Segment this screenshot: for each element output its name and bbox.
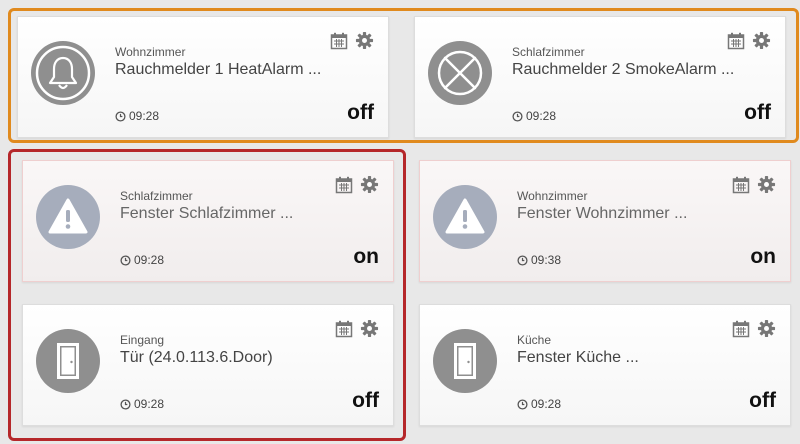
last-update-time: 09:28 [134, 253, 165, 267]
calendar-icon[interactable] [732, 176, 750, 194]
last-update-time: 09:38 [531, 253, 562, 267]
last-update: 09:38 [517, 253, 561, 267]
last-update-time: 09:28 [531, 397, 562, 411]
device-card-fenster-schlafzimmer[interactable]: Schlafzimmer Fenster Schlafzimmer ... 09… [22, 160, 394, 282]
gear-icon[interactable] [360, 175, 379, 194]
last-update: 09:28 [517, 397, 561, 411]
device-state[interactable]: off [749, 389, 776, 413]
clock-icon [115, 110, 126, 122]
clock-icon [517, 398, 528, 410]
device-card-tuer-eingang[interactable]: Eingang Tür (24.0.113.6.Door) 09:28 off [22, 304, 394, 426]
device-title[interactable]: Rauchmelder 2 SmokeAlarm ... [512, 61, 734, 79]
device-room: Schlafzimmer [512, 45, 585, 59]
last-update: 09:28 [120, 397, 164, 411]
gear-icon[interactable] [757, 319, 776, 338]
device-card-rauchmelder-1[interactable]: Wohnzimmer Rauchmelder 1 HeatAlarm ... 0… [17, 16, 389, 138]
device-room: Wohnzimmer [115, 45, 186, 59]
last-update-time: 09:28 [526, 109, 557, 123]
device-state[interactable]: off [744, 101, 771, 125]
device-room: Küche [517, 333, 552, 347]
last-update: 09:28 [115, 109, 159, 123]
door-icon [36, 329, 100, 393]
device-room: Eingang [120, 333, 165, 347]
device-title[interactable]: Fenster Schlafzimmer ... [120, 205, 293, 223]
bell-icon [31, 41, 95, 105]
device-title[interactable]: Tür (24.0.113.6.Door) [120, 349, 273, 367]
gear-icon[interactable] [360, 319, 379, 338]
calendar-icon[interactable] [732, 320, 750, 338]
gear-icon[interactable] [757, 175, 776, 194]
device-room: Wohnzimmer [517, 189, 588, 203]
last-update-time: 09:28 [129, 109, 160, 123]
warning-icon [36, 185, 100, 249]
device-state[interactable]: on [353, 245, 379, 269]
gear-icon[interactable] [355, 31, 374, 50]
calendar-icon[interactable] [727, 32, 745, 50]
last-update: 09:28 [120, 253, 164, 267]
warning-icon [433, 185, 497, 249]
calendar-icon[interactable] [335, 320, 353, 338]
device-room: Schlafzimmer [120, 189, 193, 203]
device-state[interactable]: on [750, 245, 776, 269]
device-card-fenster-wohnzimmer[interactable]: Wohnzimmer Fenster Wohnzimmer ... 09:38 … [419, 160, 791, 282]
device-state[interactable]: off [352, 389, 379, 413]
last-update-time: 09:28 [134, 397, 165, 411]
smoke-detector-x-icon [428, 41, 492, 105]
device-card-fenster-kueche[interactable]: Küche Fenster Küche ... 09:28 off [419, 304, 791, 426]
calendar-icon[interactable] [335, 176, 353, 194]
clock-icon [517, 254, 528, 266]
device-title[interactable]: Rauchmelder 1 HeatAlarm ... [115, 61, 321, 79]
device-card-rauchmelder-2[interactable]: Schlafzimmer Rauchmelder 2 SmokeAlarm ..… [414, 16, 786, 138]
clock-icon [120, 398, 131, 410]
device-title[interactable]: Fenster Wohnzimmer ... [517, 205, 687, 223]
device-state[interactable]: off [347, 101, 374, 125]
door-icon [433, 329, 497, 393]
clock-icon [512, 110, 523, 122]
clock-icon [120, 254, 131, 266]
device-title[interactable]: Fenster Küche ... [517, 349, 639, 367]
calendar-icon[interactable] [330, 32, 348, 50]
gear-icon[interactable] [752, 31, 771, 50]
last-update: 09:28 [512, 109, 556, 123]
